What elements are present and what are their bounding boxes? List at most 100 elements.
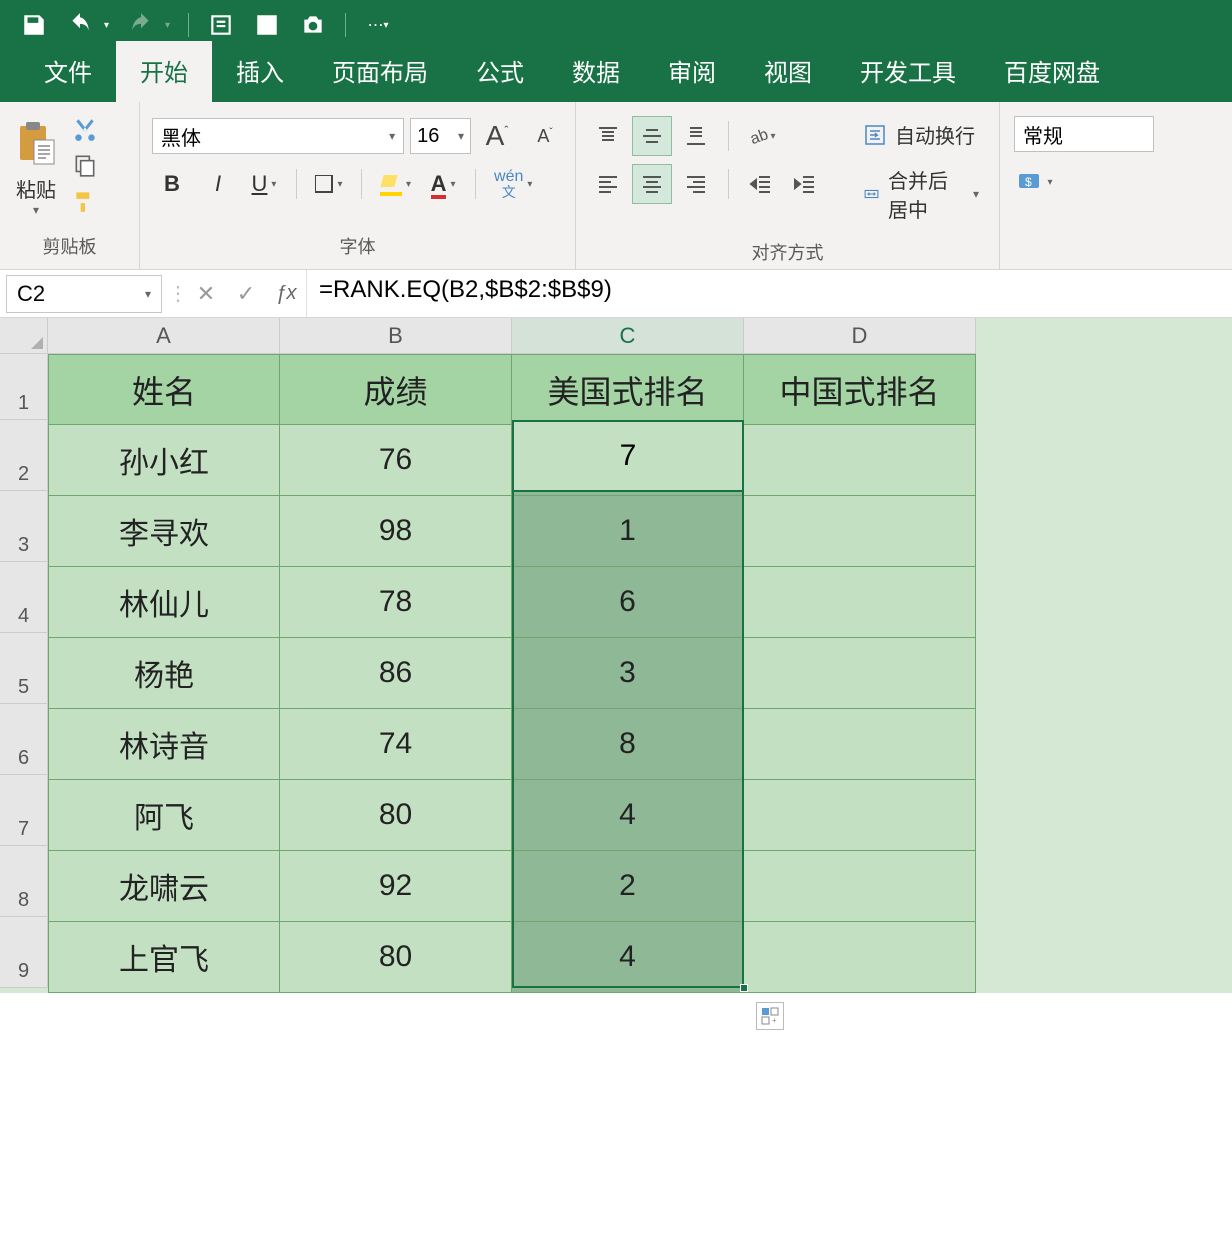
format-painter-icon[interactable] bbox=[72, 188, 98, 214]
cell[interactable]: 92 bbox=[280, 851, 512, 922]
fill-handle[interactable] bbox=[740, 984, 748, 992]
shrink-font-icon[interactable]: Aˇ bbox=[523, 116, 563, 156]
row-header[interactable]: 2 bbox=[0, 420, 48, 491]
cell[interactable]: 4 bbox=[512, 780, 744, 851]
border-button[interactable]: ▾ bbox=[309, 164, 349, 204]
cell[interactable]: 6 bbox=[512, 567, 744, 638]
undo-icon[interactable] bbox=[66, 11, 94, 39]
bold-button[interactable]: B bbox=[152, 164, 192, 204]
cell[interactable]: 8 bbox=[512, 709, 744, 780]
row-header[interactable]: 7 bbox=[0, 775, 48, 846]
tab-pagelayout[interactable]: 页面布局 bbox=[308, 41, 452, 102]
cell[interactable] bbox=[744, 851, 976, 922]
cell[interactable]: 4 bbox=[512, 922, 744, 993]
tab-review[interactable]: 审阅 bbox=[644, 41, 740, 102]
row-header[interactable]: 4 bbox=[0, 562, 48, 633]
save-icon[interactable] bbox=[20, 11, 48, 39]
font-size-combo[interactable]: 16▾ bbox=[410, 118, 471, 154]
cell[interactable]: 林诗音 bbox=[48, 709, 280, 780]
underline-button[interactable]: U▾ bbox=[244, 164, 284, 204]
name-box[interactable]: C2▾ bbox=[6, 275, 162, 313]
cell[interactable]: 姓名 bbox=[48, 354, 280, 425]
cell[interactable]: 2 bbox=[512, 851, 744, 922]
align-right-icon[interactable] bbox=[676, 164, 716, 204]
enter-formula-icon[interactable]: ✓ bbox=[226, 274, 266, 314]
copy-icon[interactable] bbox=[72, 152, 98, 178]
cell[interactable]: 1 bbox=[512, 496, 744, 567]
cell[interactable]: 中国式排名 bbox=[744, 354, 976, 425]
select-all-corner[interactable] bbox=[0, 318, 48, 354]
col-header[interactable]: B bbox=[280, 318, 512, 354]
cell[interactable] bbox=[744, 780, 976, 851]
tab-baidu[interactable]: 百度网盘 bbox=[980, 41, 1124, 102]
number-format-combo[interactable]: 常规 bbox=[1014, 116, 1154, 152]
wrap-text-button[interactable]: 自动换行 bbox=[855, 116, 987, 153]
decrease-indent-icon[interactable] bbox=[741, 164, 781, 204]
cell[interactable]: 孙小红 bbox=[48, 425, 280, 496]
cell[interactable] bbox=[744, 709, 976, 780]
cell[interactable] bbox=[744, 638, 976, 709]
insert-function-icon[interactable]: ƒx bbox=[266, 274, 306, 314]
align-center-icon[interactable] bbox=[632, 164, 672, 204]
cell[interactable]: 杨艳 bbox=[48, 638, 280, 709]
accounting-format-icon[interactable]: $▾ bbox=[1014, 162, 1056, 202]
paste-button[interactable]: 粘贴 ▾ bbox=[12, 116, 68, 221]
row-header[interactable]: 3 bbox=[0, 491, 48, 562]
tab-data[interactable]: 数据 bbox=[548, 41, 644, 102]
autofill-options-icon[interactable]: + bbox=[756, 1002, 784, 1030]
font-color-button[interactable]: A▾ bbox=[423, 164, 463, 204]
col-header[interactable]: C bbox=[512, 318, 744, 354]
worksheet-grid[interactable]: 1 2 3 4 5 6 7 8 9 A B C D 姓名 成绩 美国式排名 中国… bbox=[0, 318, 1232, 993]
favorites-icon[interactable] bbox=[253, 11, 281, 39]
fill-color-button[interactable]: ▾ bbox=[374, 164, 417, 204]
font-name-combo[interactable]: 黑体▾ bbox=[152, 118, 404, 154]
tab-view[interactable]: 视图 bbox=[740, 41, 836, 102]
cell[interactable]: 成绩 bbox=[280, 354, 512, 425]
formula-input[interactable]: =RANK.EQ(B2,$B$2:$B$9) bbox=[306, 270, 1232, 317]
cell[interactable]: 李寻欢 bbox=[48, 496, 280, 567]
cancel-formula-icon[interactable]: ✕ bbox=[186, 274, 226, 314]
tab-file[interactable]: 文件 bbox=[20, 41, 116, 102]
cell[interactable] bbox=[744, 496, 976, 567]
screenshot-icon[interactable] bbox=[299, 11, 327, 39]
cell[interactable]: 阿飞 bbox=[48, 780, 280, 851]
cell[interactable] bbox=[744, 425, 976, 496]
redo-icon[interactable] bbox=[127, 11, 155, 39]
align-top-icon[interactable] bbox=[588, 116, 628, 156]
cell[interactable]: 7 bbox=[512, 425, 744, 496]
align-bottom-icon[interactable] bbox=[676, 116, 716, 156]
cell[interactable]: 3 bbox=[512, 638, 744, 709]
cell[interactable] bbox=[744, 567, 976, 638]
cell[interactable]: 98 bbox=[280, 496, 512, 567]
cell[interactable]: 龙啸云 bbox=[48, 851, 280, 922]
tab-home[interactable]: 开始 bbox=[116, 41, 212, 102]
cell[interactable]: 美国式排名 bbox=[512, 354, 744, 425]
cell[interactable]: 86 bbox=[280, 638, 512, 709]
phonetic-guide-button[interactable]: wén文▾ bbox=[488, 164, 538, 204]
row-header[interactable]: 5 bbox=[0, 633, 48, 704]
row-header[interactable]: 6 bbox=[0, 704, 48, 775]
increase-indent-icon[interactable] bbox=[785, 164, 825, 204]
col-header[interactable]: A bbox=[48, 318, 280, 354]
align-left-icon[interactable] bbox=[588, 164, 628, 204]
row-header[interactable]: 8 bbox=[0, 846, 48, 917]
italic-button[interactable]: I bbox=[198, 164, 238, 204]
cell[interactable]: 80 bbox=[280, 780, 512, 851]
customize-qat-icon[interactable]: ⋯▾ bbox=[364, 11, 392, 39]
row-header[interactable]: 1 bbox=[0, 354, 48, 420]
cell[interactable]: 80 bbox=[280, 922, 512, 993]
cell[interactable]: 林仙儿 bbox=[48, 567, 280, 638]
cell[interactable]: 78 bbox=[280, 567, 512, 638]
align-middle-icon[interactable] bbox=[632, 116, 672, 156]
orientation-icon[interactable]: ab▾ bbox=[741, 116, 781, 156]
tab-insert[interactable]: 插入 bbox=[212, 41, 308, 102]
cell[interactable]: 76 bbox=[280, 425, 512, 496]
touch-mode-icon[interactable] bbox=[207, 11, 235, 39]
col-header[interactable]: D bbox=[744, 318, 976, 354]
grow-font-icon[interactable]: Aˆ bbox=[477, 116, 517, 156]
cell[interactable]: 74 bbox=[280, 709, 512, 780]
cell[interactable]: 上官飞 bbox=[48, 922, 280, 993]
tab-developer[interactable]: 开发工具 bbox=[836, 41, 980, 102]
merge-center-button[interactable]: 合并后居中▾ bbox=[855, 161, 987, 227]
tab-formulas[interactable]: 公式 bbox=[452, 41, 548, 102]
